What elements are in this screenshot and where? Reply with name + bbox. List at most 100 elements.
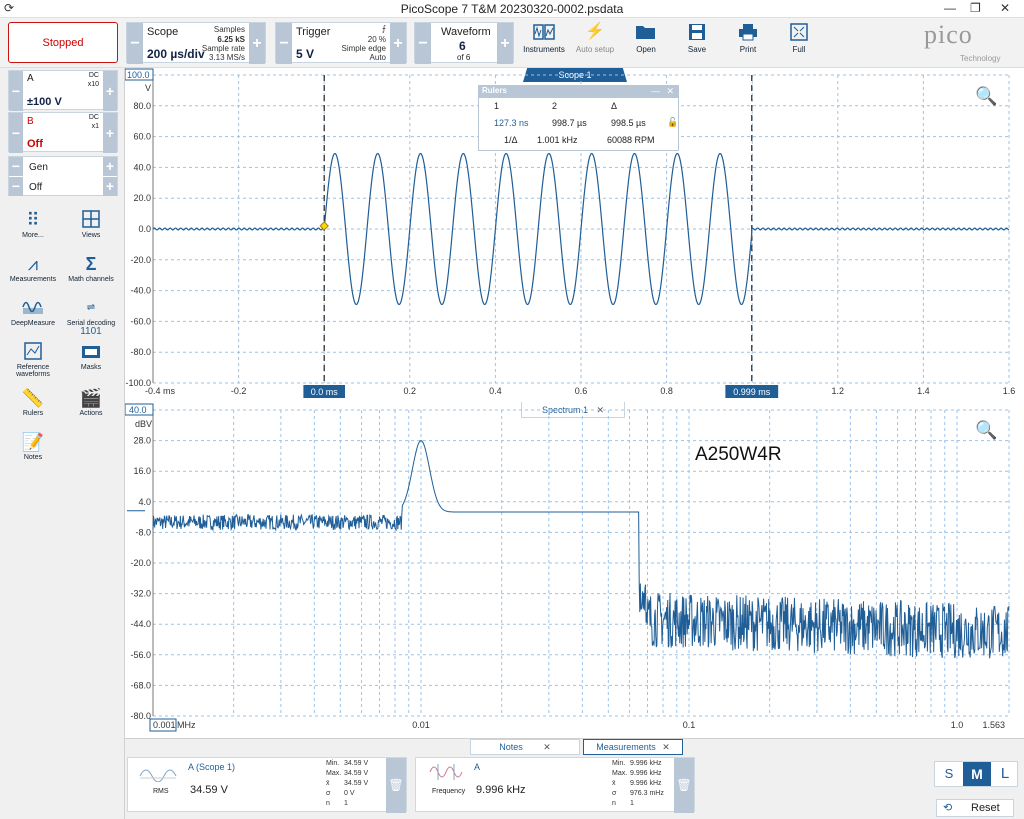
size-selector: S M L <box>934 761 1018 787</box>
spec-x-tick-label: 0.1 <box>683 720 696 730</box>
rulers-minimize-icon[interactable]: — <box>651 86 660 96</box>
frequency-delete-icon[interactable]: 🗑 <box>674 758 694 813</box>
timebase-value[interactable]: 200 µs/div <box>147 47 205 61</box>
wand-icon: ⚡ <box>585 23 605 40</box>
measurement-card-frequency[interactable]: Frequency A 9.996 kHz Min. Max. x̄ σ n 9.996… <box>415 757 695 813</box>
spectrum-zoom-icon[interactable]: 🔍 <box>975 420 997 441</box>
rms-avg-label: x̄ <box>326 780 330 787</box>
spec-y-tick-label: -8.0 <box>135 527 151 537</box>
y-unit: V <box>145 83 151 93</box>
folder-icon <box>635 22 657 42</box>
full-screen-button[interactable]: Full <box>774 21 824 65</box>
x-tick-label: 0.2 <box>404 386 417 396</box>
tab-notes[interactable]: Notes ✕ <box>470 739 580 755</box>
rulers-title: Rulers <box>479 86 678 98</box>
waveform-next-button[interactable]: + <box>497 23 513 64</box>
y-tick-label: 0.0 <box>138 224 151 234</box>
rms-stat-labels: Min. Max. x̄ σ n <box>326 759 341 809</box>
grid-icon <box>62 208 120 232</box>
timebase-minus-button[interactable]: − <box>127 23 143 64</box>
close-icon[interactable]: ✕ <box>1000 1 1010 15</box>
save-button[interactable]: Save <box>672 21 722 65</box>
channel-b-coupling: DC <box>88 114 99 121</box>
rulers-close-icon[interactable]: ✕ <box>666 86 674 97</box>
measurements-tab-close-icon[interactable]: ✕ <box>662 742 670 752</box>
channel-b-name: B <box>27 116 34 127</box>
lock-icon[interactable]: 🔓 <box>667 117 678 128</box>
gen-minus-top-button[interactable]: − <box>9 157 23 176</box>
trigger-minus-button[interactable]: − <box>276 23 292 64</box>
run-stop-button[interactable]: Stopped <box>8 22 118 63</box>
rms-delete-icon[interactable]: 🗑 <box>386 758 406 813</box>
masks-button[interactable]: Masks <box>62 340 120 371</box>
waveform-control: − Waveform 6 of 6 + <box>414 22 514 64</box>
more-button[interactable]: ⠿ More... <box>4 208 62 239</box>
channel-a-range[interactable]: ±100 V <box>27 96 62 108</box>
y-tick-label: -80.0 <box>130 347 151 357</box>
gen-state[interactable]: Off <box>29 182 42 193</box>
reset-label: Reset <box>971 802 1000 814</box>
spec-x-tick-label: 1.563 <box>982 720 1005 730</box>
spectrum-plot[interactable]: 40.0 dBV 28.0 16.0 4.0 -8.0 -20.0 -32.0 -44.0 -56… <box>125 402 1024 738</box>
views-button[interactable]: Views <box>62 208 120 239</box>
channel-b-minus-button[interactable]: − <box>9 113 23 153</box>
y-tick-label: 40.0 <box>133 162 151 172</box>
deepmeasure-button[interactable]: DeepMeasure <box>4 296 62 327</box>
measurements-button[interactable]: ⩘ Measurements <box>4 252 62 283</box>
measurement-card-rms[interactable]: RMS A (Scope 1) 34.59 V Min. Max. x̄ σ n 34.… <box>127 757 407 813</box>
x-tick-label: 1.2 <box>832 386 845 396</box>
freq-min-label: Min. <box>612 760 626 767</box>
minimize-icon[interactable]: — <box>944 1 956 15</box>
gen-plus-button[interactable]: + <box>103 177 117 196</box>
notes-tab-close-icon[interactable]: ✕ <box>543 742 551 752</box>
math-channels-button[interactable]: Σ Math channels <box>62 252 120 283</box>
timebase-plus-button[interactable]: + <box>249 23 265 64</box>
generator-control[interactable]: − − Gen Off + + <box>8 156 118 196</box>
waveform-prev-button[interactable]: − <box>415 23 431 64</box>
rulers-button[interactable]: 📏 Rulers <box>4 386 62 417</box>
size-l-button[interactable]: L <box>991 762 1019 786</box>
trigger-plus-button[interactable]: + <box>390 23 406 64</box>
gen-plus-top-button[interactable]: + <box>103 157 117 176</box>
spec-x-start-label: 0.001 <box>153 720 176 730</box>
rulers-panel[interactable]: Rulers — ✕ 1 2 Δ 127.3 ns 998.7 µs 998.5… <box>478 85 679 151</box>
tab-measurements[interactable]: Measurements ✕ <box>583 739 683 755</box>
x-tick-label: -0.2 <box>231 386 247 396</box>
size-s-button[interactable]: S <box>935 762 963 786</box>
spectrum-annotation: A250W4R <box>695 444 782 465</box>
auto-setup-button[interactable]: ⚡ Auto setup <box>570 21 620 65</box>
actions-button[interactable]: 🎬 Actions <box>62 386 120 417</box>
gen-name: Gen <box>29 162 48 173</box>
open-button[interactable]: Open <box>621 21 671 65</box>
channel-a-minus-button[interactable]: − <box>9 71 23 111</box>
freq-avg: 9.996 kHz <box>630 780 662 787</box>
notes-button[interactable]: 📝 Notes <box>4 430 62 461</box>
waveform-count: of 6 <box>457 53 471 62</box>
gen-minus-button[interactable]: − <box>9 177 23 196</box>
channel-a-plus-button[interactable]: + <box>103 71 117 111</box>
channel-b-plus-button[interactable]: + <box>103 113 117 153</box>
reference-icon <box>4 340 62 364</box>
size-m-button[interactable]: M <box>963 762 991 786</box>
channel-b-probe: x1 <box>91 123 99 130</box>
serial-decoding-button[interactable]: ⇌ 1101 Serial decoding <box>62 296 120 337</box>
instruments-button[interactable]: Instruments <box>519 21 569 65</box>
channel-b-range[interactable]: Off <box>27 138 43 150</box>
rms-kind: RMS <box>153 788 169 795</box>
channel-a-control[interactable]: − A DC x10 ±100 V + <box>8 70 118 111</box>
freq-min: 9.996 kHz <box>630 760 662 767</box>
scope-control: − Scope 200 µs/div Samples 6.25 kS Sampl… <box>126 22 266 64</box>
reset-button[interactable]: ⟲ Reset <box>936 799 1014 817</box>
print-button[interactable]: Print <box>723 21 773 65</box>
trigger-level[interactable]: 5 V <box>296 47 314 61</box>
y-tick-label: 60.0 <box>133 132 151 142</box>
y-top-label: 100.0 <box>127 70 150 80</box>
reference-waveforms-button[interactable]: Reference waveforms <box>4 340 62 378</box>
spectrum-grid <box>152 409 1010 717</box>
restore-icon[interactable]: ❐ <box>970 1 981 15</box>
zoom-icon[interactable]: 🔍 <box>975 86 997 107</box>
rms-value: 34.59 V <box>190 784 228 796</box>
channel-b-control[interactable]: − B DC x1 Off + <box>8 112 118 153</box>
rulers-label: Rulers <box>22 410 44 417</box>
title-bar: ⟳ PicoScope 7 T&M 20230320-0002.psdata —… <box>0 0 1024 18</box>
